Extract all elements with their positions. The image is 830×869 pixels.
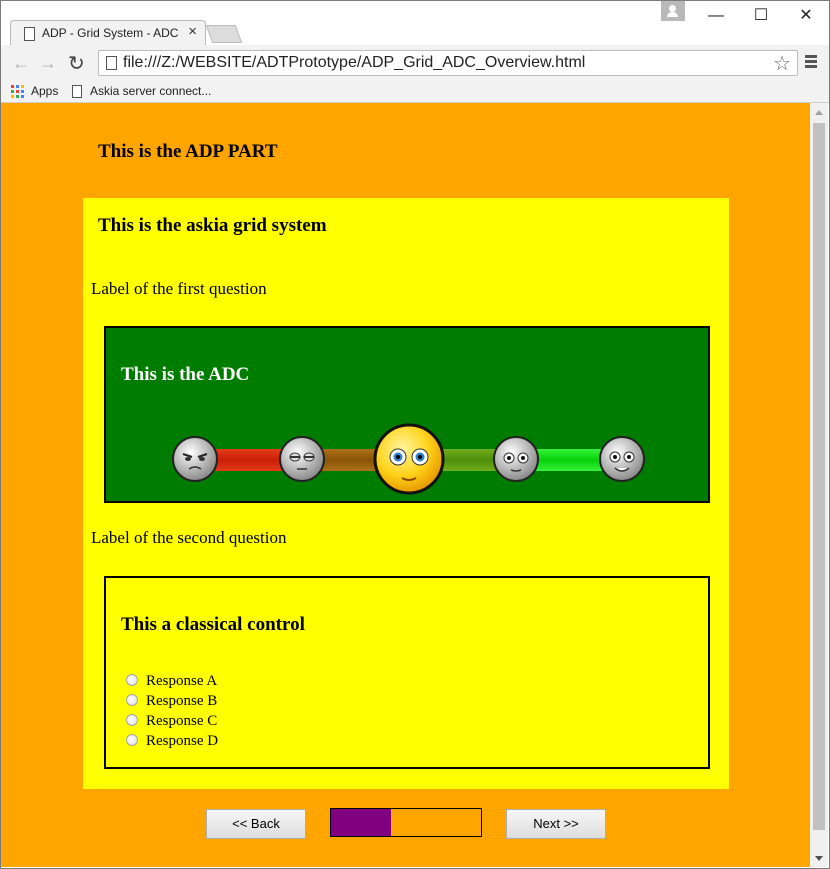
browser-tab[interactable]: ADP - Grid System - ADC × — [10, 20, 206, 46]
response-label: Response D — [146, 733, 219, 749]
next-button[interactable]: Next >> — [506, 809, 606, 839]
bookmark-apps[interactable]: Apps — [31, 84, 58, 98]
scroll-up-arrow-icon[interactable] — [815, 110, 823, 115]
radio-button[interactable] — [126, 734, 138, 746]
progress-bar — [330, 808, 482, 837]
back-button[interactable]: << Back — [206, 809, 306, 839]
radio-button[interactable] — [126, 714, 138, 726]
menu-icon[interactable] — [805, 55, 817, 70]
page-icon — [106, 56, 117, 70]
radio-button[interactable] — [126, 674, 138, 686]
response-option[interactable]: Response A — [126, 673, 217, 690]
response-label: Response B — [146, 693, 218, 709]
response-option[interactable]: Response D — [126, 733, 218, 750]
adc-panel: This is the ADC — [104, 326, 710, 503]
question2-label: Label of the second question — [91, 528, 287, 547]
adp-title: This is the ADP PART — [98, 141, 278, 162]
page-viewport: This is the ADP PART This is the askia g… — [1, 103, 810, 867]
adc-title: This is the ADC — [121, 364, 250, 385]
bookmarks-bar: Apps Askia server connect... — [1, 81, 829, 103]
apps-grid-icon[interactable] — [11, 85, 24, 98]
tab-title: ADP - Grid System - ADC — [42, 26, 179, 40]
bookmark-askia-server[interactable]: Askia server connect... — [90, 84, 211, 98]
sleepy-face-icon[interactable] — [278, 435, 326, 483]
vertical-scrollbar[interactable] — [810, 103, 828, 867]
grid-system-panel: This is the askia grid system Label of t… — [83, 198, 729, 789]
radio-button[interactable] — [126, 694, 138, 706]
question1-label: Label of the first question — [91, 279, 267, 298]
smiling-face-icon[interactable] — [598, 435, 646, 483]
reload-icon[interactable]: ↻ — [68, 51, 85, 76]
address-bar[interactable]: file:///Z:/WEBSITE/ADTPrototype/ADP_Grid… — [98, 50, 798, 76]
grid-title: This is the askia grid system — [98, 215, 327, 236]
scrollbar-thumb[interactable] — [813, 123, 825, 830]
minimize-button[interactable]: — — [696, 3, 736, 29]
classic-control-panel: This a classical control Response A Resp… — [104, 576, 710, 769]
response-option[interactable]: Response C — [126, 713, 217, 730]
progress-fill — [331, 809, 391, 836]
forward-arrow-icon[interactable]: → — [39, 53, 57, 74]
angry-face-icon[interactable] — [171, 435, 219, 483]
close-window-button[interactable]: ✕ — [786, 3, 826, 29]
surprised-face-icon[interactable] — [373, 423, 445, 495]
bookmark-page-icon — [72, 85, 82, 98]
new-tab-button[interactable] — [205, 25, 243, 43]
address-text: file:///Z:/WEBSITE/ADTPrototype/ADP_Grid… — [123, 54, 586, 71]
bookmark-star-icon[interactable]: ☆ — [773, 51, 791, 76]
response-label: Response C — [146, 713, 218, 729]
classic-control-title: This a classical control — [121, 614, 305, 635]
close-tab-icon[interactable]: × — [188, 23, 197, 40]
browser-toolbar: ← → ↻ file:///Z:/WEBSITE/ADTPrototype/AD… — [1, 45, 829, 81]
back-arrow-icon[interactable]: ← — [12, 53, 30, 74]
title-bar: ADP - Grid System - ADC × — ☐ ✕ — [1, 1, 829, 46]
response-label: Response A — [146, 673, 218, 689]
scroll-down-arrow-icon[interactable] — [815, 856, 823, 861]
neutral-face-icon[interactable] — [492, 435, 540, 483]
maximize-button[interactable]: ☐ — [741, 3, 781, 29]
document-icon — [24, 27, 35, 41]
response-option[interactable]: Response B — [126, 693, 217, 710]
profile-icon[interactable] — [661, 1, 685, 21]
